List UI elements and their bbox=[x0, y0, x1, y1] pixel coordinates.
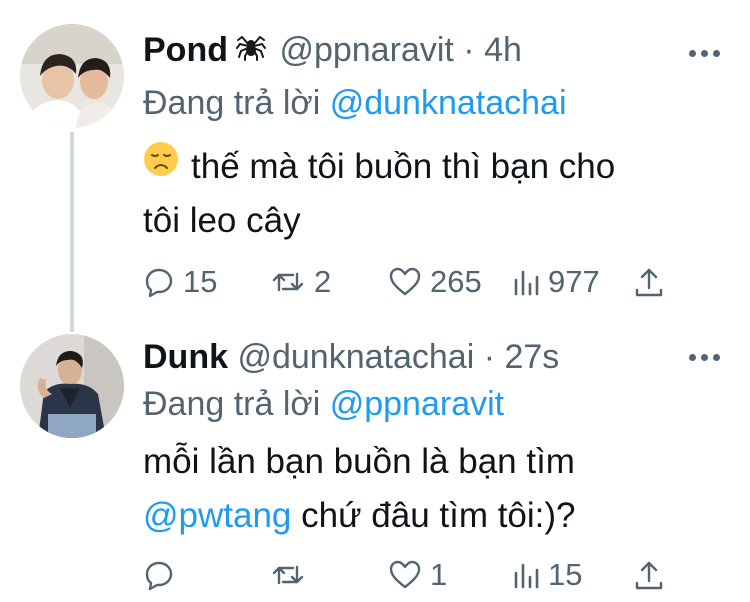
more-options-icon[interactable] bbox=[689, 50, 720, 57]
separator-dot: · bbox=[483, 338, 496, 376]
timestamp[interactable]: 4h bbox=[484, 31, 522, 69]
avatar-pond[interactable] bbox=[20, 24, 124, 128]
spider-icon bbox=[235, 30, 266, 70]
retweet-icon bbox=[270, 559, 306, 591]
views-chart-icon bbox=[512, 559, 540, 591]
like-count: 1 bbox=[430, 557, 448, 592]
tweet-text-line2: tôi leo cây bbox=[143, 201, 301, 240]
replying-to: Đang trả lời @dunknatachai bbox=[143, 83, 567, 123]
reply-icon bbox=[143, 266, 175, 298]
tweet-text: mỗi lần bạn buồn là bạn tìm @pwtang chứ … bbox=[143, 435, 723, 543]
replying-mention[interactable]: @dunknatachai bbox=[330, 84, 567, 122]
retweet-count: 2 bbox=[314, 264, 332, 299]
display-name[interactable]: Pond bbox=[143, 31, 228, 69]
heart-icon bbox=[388, 266, 422, 298]
reply-button[interactable]: 15 bbox=[143, 264, 270, 300]
like-button[interactable]: 265 bbox=[388, 264, 512, 300]
share-button[interactable] bbox=[634, 559, 664, 591]
display-name[interactable]: Dunk bbox=[143, 338, 228, 376]
replying-mention[interactable]: @ppnaravit bbox=[330, 385, 504, 423]
view-count: 977 bbox=[548, 264, 600, 299]
tweet-actions: 1 15 bbox=[143, 557, 664, 593]
tweet-text: thế mà tôi buồn thì bạn cho tôi leo cây bbox=[143, 140, 723, 248]
view-count: 15 bbox=[548, 557, 583, 592]
timestamp[interactable]: 27s bbox=[504, 338, 559, 376]
more-options-icon[interactable] bbox=[689, 354, 720, 361]
tweet-header: Dunk @dunknatachai · 27s bbox=[143, 337, 559, 377]
reply-button[interactable] bbox=[143, 559, 270, 591]
reply-count: 15 bbox=[183, 264, 218, 299]
share-icon bbox=[634, 559, 664, 591]
replying-label: Đang trả lời bbox=[143, 84, 321, 122]
retweet-button[interactable] bbox=[270, 559, 388, 591]
tweet-mention[interactable]: @pwtang bbox=[143, 496, 291, 535]
tweet-actions: 15 2 265 977 bbox=[143, 264, 664, 300]
like-button[interactable]: 1 bbox=[388, 557, 512, 593]
tweet-header: Pond @ppnaravit · 4h bbox=[143, 30, 522, 74]
tweet-text-line1: thế mà tôi buồn thì bạn cho bbox=[191, 147, 616, 186]
views-chart-icon bbox=[512, 266, 540, 298]
views-button[interactable]: 15 bbox=[512, 557, 634, 593]
views-button[interactable]: 977 bbox=[512, 264, 634, 300]
like-count: 265 bbox=[430, 264, 482, 299]
share-icon bbox=[634, 266, 664, 298]
heart-icon bbox=[388, 559, 422, 591]
retweet-icon bbox=[270, 266, 306, 298]
replying-to: Đang trả lời @ppnaravit bbox=[143, 384, 504, 424]
share-button[interactable] bbox=[634, 266, 664, 298]
separator-dot: · bbox=[463, 31, 475, 69]
disappointed-face-emoji bbox=[143, 139, 179, 193]
tweet-text-line1: mỗi lần bạn buồn là bạn tìm bbox=[143, 442, 575, 481]
user-handle[interactable]: @ppnaravit bbox=[279, 31, 453, 69]
thread-line bbox=[70, 132, 74, 332]
user-handle[interactable]: @dunknatachai bbox=[237, 338, 474, 376]
replying-label: Đang trả lời bbox=[143, 385, 321, 423]
reply-icon bbox=[143, 559, 175, 591]
avatar-dunk[interactable] bbox=[20, 334, 124, 438]
retweet-button[interactable]: 2 bbox=[270, 264, 388, 300]
tweet-text-line2: chứ đâu tìm tôi:)? bbox=[301, 496, 576, 535]
